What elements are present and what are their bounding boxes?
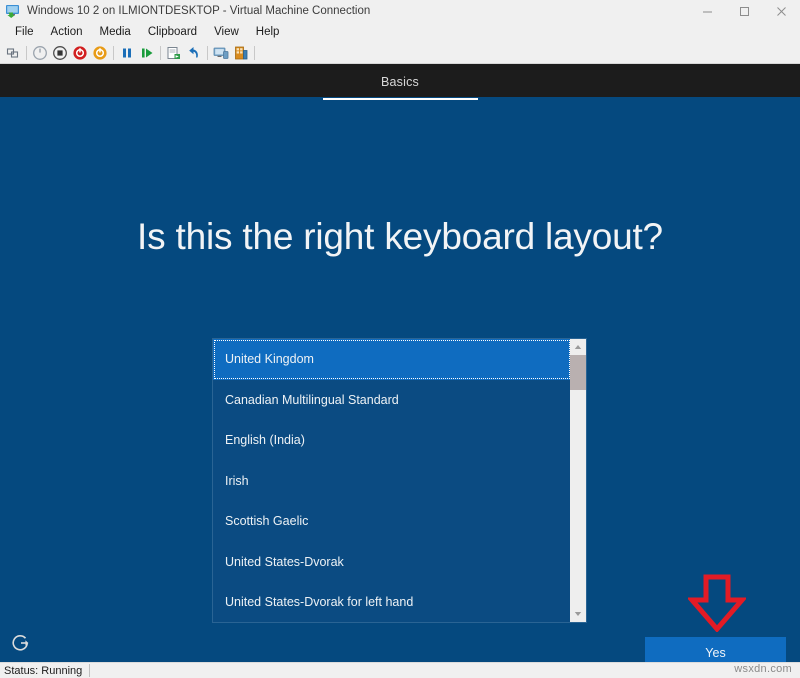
scroll-up-icon[interactable] xyxy=(570,339,586,355)
list-item-label: English (India) xyxy=(225,433,305,447)
yes-button[interactable]: Yes xyxy=(645,637,786,662)
status-bar: Status: Running xyxy=(0,662,800,678)
toolbar-separator xyxy=(160,46,161,60)
maximize-icon[interactable] xyxy=(726,0,763,22)
status-text: Status: Running xyxy=(0,665,89,677)
checkpoint-icon[interactable] xyxy=(164,43,184,63)
toolbar-separator xyxy=(207,46,208,60)
toolbar xyxy=(0,42,800,64)
menu-item-help[interactable]: Help xyxy=(248,24,289,40)
window-title: Windows 10 2 on ILMIONTDESKTOP - Virtual… xyxy=(27,5,370,17)
toolbar-separator xyxy=(254,46,255,60)
scrollbar-thumb[interactable] xyxy=(570,355,586,390)
vm-screen: Basics Is this the right keyboard layout… xyxy=(0,64,800,662)
tab-active-underline xyxy=(323,98,478,100)
list-item[interactable]: United States-Dvorak for left hand xyxy=(213,582,571,623)
list-item[interactable]: United Kingdom xyxy=(213,339,571,380)
oobe-tab-row: Basics xyxy=(0,64,800,100)
status-separator xyxy=(89,664,90,677)
virtual-machine-connection-window: Windows 10 2 on ILMIONTDESKTOP - Virtual… xyxy=(0,0,800,678)
list-item-label: Canadian Multilingual Standard xyxy=(225,393,399,407)
menu-item-clipboard[interactable]: Clipboard xyxy=(140,24,206,40)
window-controls xyxy=(689,0,800,22)
list-item-label: United Kingdom xyxy=(225,352,314,366)
toolbar-separator xyxy=(26,46,27,60)
minimize-icon[interactable] xyxy=(689,0,726,22)
toolbar-separator xyxy=(113,46,114,60)
yes-button-label: Yes xyxy=(705,646,725,660)
list-item-label: United States-Dvorak xyxy=(225,555,344,569)
share-icon[interactable] xyxy=(231,43,251,63)
start-icon[interactable] xyxy=(30,43,50,63)
menu-item-file[interactable]: File xyxy=(7,24,43,40)
listbox-scrollbar[interactable] xyxy=(570,339,586,622)
list-item[interactable]: Canadian Multilingual Standard xyxy=(213,380,571,421)
list-item[interactable]: United States-Dvorak xyxy=(213,542,571,583)
watermark: wsxdn.com xyxy=(734,663,792,675)
menu-bar: File Action Media Clipboard View Help xyxy=(0,22,800,42)
virtual-machine-icon xyxy=(5,3,21,19)
menu-item-action[interactable]: Action xyxy=(43,24,92,40)
list-item[interactable]: English (India) xyxy=(213,420,571,461)
pause-icon[interactable] xyxy=(117,43,137,63)
ease-of-access-icon[interactable] xyxy=(10,632,32,654)
turn-off-icon[interactable] xyxy=(70,43,90,63)
keyboard-layout-list: United Kingdom Canadian Multilingual Sta… xyxy=(213,339,571,623)
tab-basics-label: Basics xyxy=(381,75,419,89)
keyboard-layout-listbox[interactable]: United Kingdom Canadian Multilingual Sta… xyxy=(212,338,587,623)
list-item[interactable]: Scottish Gaelic xyxy=(213,501,571,542)
reset-icon[interactable] xyxy=(90,43,110,63)
red-down-arrow-icon xyxy=(688,574,746,632)
resume-icon[interactable] xyxy=(137,43,157,63)
menu-item-view[interactable]: View xyxy=(206,24,248,40)
shutdown-icon[interactable] xyxy=(50,43,70,63)
scroll-down-icon[interactable] xyxy=(570,606,586,622)
title-bar: Windows 10 2 on ILMIONTDESKTOP - Virtual… xyxy=(0,0,800,23)
page-title: Is this the right keyboard layout? xyxy=(0,216,800,258)
tab-basics[interactable]: Basics xyxy=(323,64,478,100)
ctrl-alt-delete-icon[interactable] xyxy=(3,43,23,63)
list-item-label: Irish xyxy=(225,474,249,488)
list-item-label: Scottish Gaelic xyxy=(225,514,308,528)
list-item[interactable]: Irish xyxy=(213,461,571,502)
menu-item-media[interactable]: Media xyxy=(92,24,140,40)
revert-icon[interactable] xyxy=(184,43,204,63)
enhanced-session-icon[interactable] xyxy=(211,43,231,63)
list-item-label: United States-Dvorak for left hand xyxy=(225,595,413,609)
close-icon[interactable] xyxy=(763,0,800,22)
